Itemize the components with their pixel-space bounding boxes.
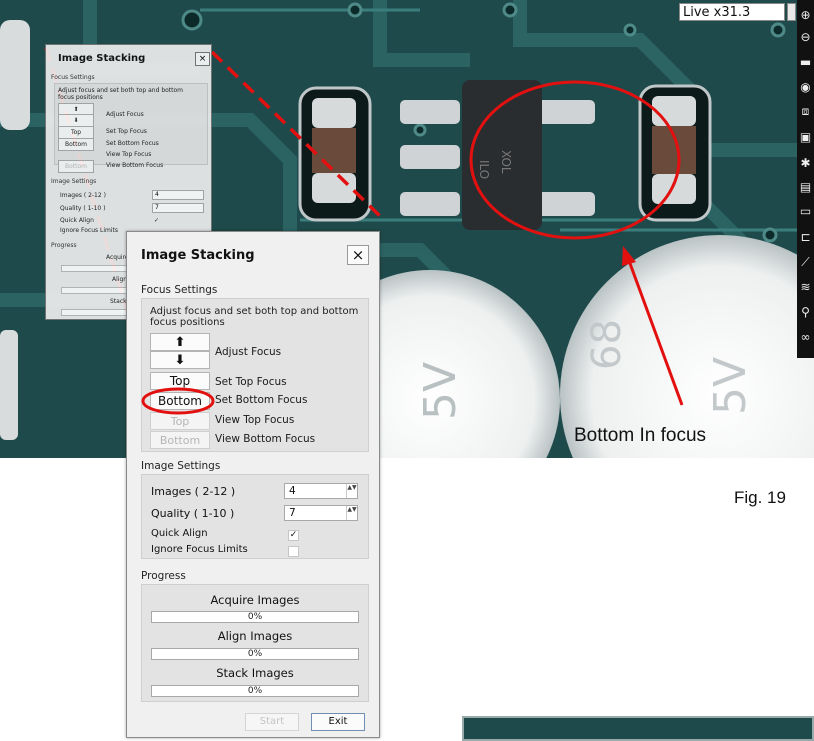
stack-images-label: Stack Images xyxy=(216,666,294,680)
svg-text:5V: 5V xyxy=(705,357,756,415)
focus-down-button[interactable]: ⬇ xyxy=(150,351,210,369)
layers-icon[interactable]: ≋ xyxy=(798,280,813,295)
images-spinbox[interactable]: 4 ▲▼ xyxy=(284,483,358,499)
align-progress-bar: 0% xyxy=(151,648,359,660)
mini-close-icon[interactable]: × xyxy=(195,52,210,66)
top-button[interactable]: Top xyxy=(150,372,210,390)
viewer-toolbar: ⊕ ⊖ ▬ ◉ ⧈ ▣ ✱ ▤ ▭ ⊏ ⟋ ≋ ⚲ ∞ xyxy=(797,0,814,358)
start-button[interactable]: Start xyxy=(245,713,299,731)
mini-images-label: Images ( 2-12 ) xyxy=(60,192,106,199)
adjust-focus-label: Adjust Focus xyxy=(215,346,282,358)
images-spin-arrows-icon[interactable]: ▲▼ xyxy=(346,484,357,498)
save-icon[interactable]: ▤ xyxy=(798,180,813,195)
mini-image-section: Image Settings xyxy=(51,178,97,185)
expand-icon[interactable]: ▣ xyxy=(798,130,813,145)
view-top-focus-label: View Top Focus xyxy=(215,414,295,426)
mini-bottom-disabled-button[interactable]: Bottom xyxy=(58,160,94,173)
mini-align-label: Align xyxy=(112,276,128,283)
exit-button[interactable]: Exit xyxy=(311,713,365,731)
mini-view-top-label: View Top Focus xyxy=(106,151,152,158)
view-bottom-button[interactable]: Bottom xyxy=(150,431,210,449)
figure-label: Fig. 19 xyxy=(734,488,786,507)
zoom-out-icon[interactable]: ⊖ xyxy=(798,30,813,45)
mini-stack-label: Stack xyxy=(110,298,127,305)
toggle-icon[interactable]: ▬ xyxy=(798,55,813,70)
focus-settings-heading: Focus Settings xyxy=(141,284,218,296)
search-icon[interactable]: ⚲ xyxy=(798,305,813,320)
svg-text:ILO: ILO xyxy=(477,160,491,179)
mini-ignore-limits-label: Ignore Focus Limits xyxy=(60,227,119,234)
mini-quality-input[interactable]: 7 xyxy=(152,203,204,213)
progress-heading: Progress xyxy=(141,570,186,582)
align-images-label: Align Images xyxy=(217,629,293,643)
image-settings-heading: Image Settings xyxy=(141,460,221,472)
ignore-focus-limits-label: Ignore Focus Limits xyxy=(151,544,248,555)
mini-progress-section: Progress xyxy=(51,242,77,249)
acquire-progress-bar: 0% xyxy=(151,611,359,623)
zoom-level-field[interactable]: Live x31.3 xyxy=(679,3,785,21)
set-bottom-focus-label: Set Bottom Focus xyxy=(215,394,308,406)
mini-bottom-button[interactable]: Bottom xyxy=(58,138,94,151)
dialog-title: Image Stacking xyxy=(141,248,255,263)
settings-icon[interactable]: ✱ xyxy=(798,156,813,171)
images-value: 4 xyxy=(289,485,296,497)
mini-adjust-label: Adjust Focus xyxy=(106,111,144,118)
mini-quick-align-label: Quick Align xyxy=(60,217,94,224)
measure-icon[interactable]: ⊏ xyxy=(798,230,813,245)
quality-spinbox[interactable]: 7 ▲▼ xyxy=(284,505,358,521)
glasses-icon[interactable]: ∞ xyxy=(798,330,813,345)
mini-hint: Adjust focus and set both top and bottom… xyxy=(58,87,184,101)
stack-progress-bar: 0% xyxy=(151,685,359,697)
svg-text:XOL: XOL xyxy=(499,150,513,174)
mini-dialog-title: Image Stacking xyxy=(58,53,146,64)
mini-focus-section: Focus Settings xyxy=(51,74,95,81)
quality-label: Quality ( 1-10 ) xyxy=(151,507,235,520)
focus-hint: Adjust focus and set both top and bottom… xyxy=(150,306,359,328)
view-bottom-focus-label: View Bottom Focus xyxy=(215,433,316,445)
ruler-icon[interactable]: ⟋ xyxy=(798,255,813,270)
quality-spin-arrows-icon[interactable]: ▲▼ xyxy=(346,506,357,520)
next-figure-thumbnail xyxy=(462,716,814,741)
view-top-button[interactable]: Top xyxy=(150,412,210,430)
set-top-focus-label: Set Top Focus xyxy=(215,376,287,388)
quality-value: 7 xyxy=(289,507,296,519)
mini-view-bottom-label: View Bottom Focus xyxy=(106,162,164,169)
ignore-focus-limits-checkbox[interactable] xyxy=(288,546,299,557)
microscope-live-view[interactable]: XOL ILO 5V 68 5V Live x31.3 ⊕ ⊖ ▬ ◉ ⧈ ▣ … xyxy=(0,0,814,458)
image-stacking-dialog: Image Stacking × Focus Settings Adjust f… xyxy=(126,231,380,738)
svg-text:5V: 5V xyxy=(415,362,466,420)
annotation-label: Bottom In focus xyxy=(574,425,707,446)
focus-up-button[interactable]: ⬆ xyxy=(150,333,210,351)
close-button[interactable]: × xyxy=(347,245,369,265)
mini-quality-label: Quality ( 1-10 ) xyxy=(60,205,106,212)
camera-icon[interactable]: ◉ xyxy=(798,80,813,95)
mini-set-top-label: Set Top Focus xyxy=(106,128,147,135)
acquire-images-label: Acquire Images xyxy=(210,593,300,607)
mini-quick-align-check[interactable]: ✓ xyxy=(154,217,159,224)
mini-set-bottom-label: Set Bottom Focus xyxy=(106,140,159,147)
fit-icon[interactable]: ⧈ xyxy=(798,104,813,119)
folder-icon[interactable]: ▭ xyxy=(798,204,813,219)
zoom-in-icon[interactable]: ⊕ xyxy=(798,8,813,23)
bottom-button[interactable]: Bottom xyxy=(150,392,210,410)
zoom-dropdown-arrow[interactable] xyxy=(787,3,796,21)
mini-images-input[interactable]: 4 xyxy=(152,190,204,200)
images-label: Images ( 2-12 ) xyxy=(151,485,236,498)
quick-align-checkbox[interactable]: ✓ xyxy=(288,530,299,541)
svg-text:68: 68 xyxy=(584,319,630,370)
quick-align-label: Quick Align xyxy=(151,528,208,539)
